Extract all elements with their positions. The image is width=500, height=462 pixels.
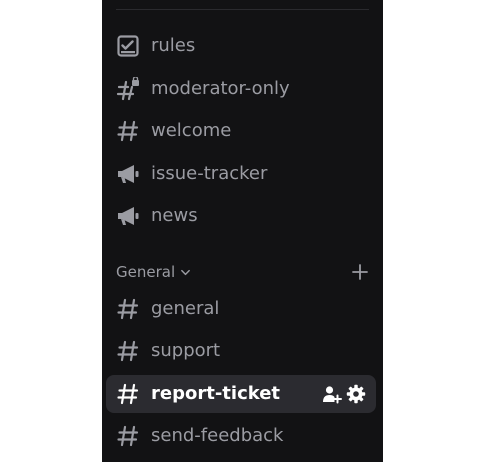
locked-hashtag-icon [116, 77, 139, 101]
channel-general[interactable]: general [106, 290, 376, 328]
hashtag-icon [117, 120, 139, 142]
channel-support[interactable]: support [106, 332, 376, 370]
channel-welcome[interactable]: welcome [106, 112, 376, 150]
channel-moderator-only[interactable]: moderator-only [106, 70, 376, 108]
channel-issue-tracker[interactable]: issue-tracker [106, 155, 376, 193]
channel-label: send-feedback [151, 425, 284, 446]
channel-report-ticket[interactable]: report-ticket [106, 375, 376, 413]
channel-send-feedback[interactable]: send-feedback [106, 417, 376, 455]
divider [116, 9, 369, 10]
hashtag-icon [117, 383, 139, 405]
chevron-down-icon [181, 269, 190, 276]
megaphone-icon [118, 207, 139, 225]
gear-icon[interactable] [346, 384, 366, 404]
channel-sidebar: rules moderator-only welcome issue-track… [102, 0, 383, 462]
channel-label: moderator-only [151, 78, 290, 99]
channel-rules[interactable]: rules [106, 27, 376, 65]
channel-label: support [151, 340, 221, 361]
add-member-icon[interactable] [322, 384, 342, 404]
channel-label: issue-tracker [151, 163, 268, 184]
hashtag-icon [117, 425, 139, 447]
channel-news[interactable]: news [106, 197, 376, 235]
megaphone-icon [118, 165, 139, 183]
channel-label: rules [151, 35, 196, 56]
channel-actions [322, 384, 366, 404]
channel-label: welcome [151, 120, 232, 141]
hashtag-icon [117, 340, 139, 362]
plus-icon[interactable] [351, 263, 369, 281]
hashtag-icon [117, 298, 139, 320]
channel-label: general [151, 298, 220, 319]
category-general[interactable]: General [116, 260, 369, 284]
rules-icon [117, 35, 139, 57]
channel-label: report-ticket [151, 383, 281, 404]
channel-label: news [151, 205, 198, 226]
category-label: General [116, 263, 176, 281]
